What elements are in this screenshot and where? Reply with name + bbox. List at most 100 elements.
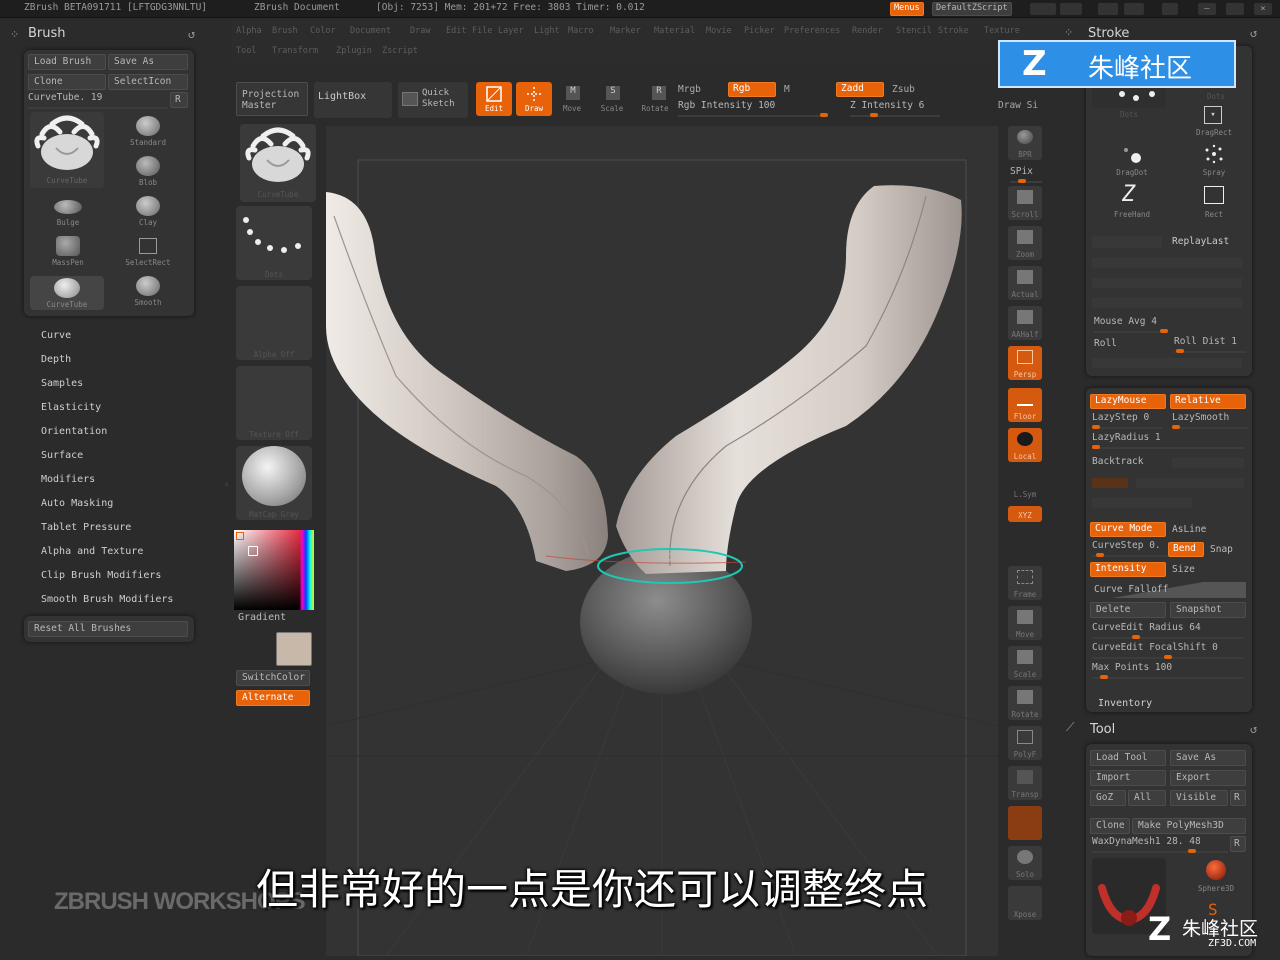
edit-button[interactable]: Edit bbox=[476, 82, 512, 116]
stroke-dragrect[interactable]: ▾ DragRect bbox=[1192, 102, 1236, 140]
lazysmooth-slider[interactable]: LazySmooth bbox=[1172, 412, 1248, 429]
r-button[interactable]: R bbox=[1230, 790, 1246, 806]
texture-thumb[interactable]: Texture Off bbox=[236, 366, 312, 440]
menu-surface[interactable]: Surface bbox=[41, 450, 83, 461]
rgb-button[interactable]: Rgb bbox=[728, 82, 776, 97]
curveedit-radius-slider[interactable]: CurveEdit Radius 64 bbox=[1092, 622, 1244, 639]
aahalf-button[interactable]: AAHalf bbox=[1008, 306, 1042, 340]
clone-tool-button[interactable]: Clone bbox=[1090, 818, 1130, 834]
brush-standard[interactable]: Standard bbox=[128, 116, 168, 147]
menu-zplugin[interactable]: Zplugin bbox=[336, 46, 372, 56]
xpose-button[interactable]: Xpose bbox=[1008, 886, 1042, 920]
brush-selectrect[interactable]: SelectRect bbox=[125, 236, 171, 267]
menu-curve[interactable]: Curve bbox=[41, 330, 71, 341]
curvestep-slider[interactable]: CurveStep 0. bbox=[1092, 540, 1168, 557]
menu-transform[interactable]: Transform bbox=[272, 46, 318, 56]
select-icon-button[interactable]: SelectIcon bbox=[108, 74, 188, 90]
relative-button[interactable]: Relative bbox=[1170, 394, 1246, 409]
menu-render[interactable]: Render bbox=[852, 26, 883, 36]
delete-button[interactable]: Delete bbox=[1090, 602, 1166, 618]
menu-marker[interactable]: Marker bbox=[610, 26, 641, 36]
menu-macro[interactable]: Macro bbox=[568, 26, 594, 36]
menu-auto-masking[interactable]: Auto Masking bbox=[41, 498, 113, 509]
bend-button[interactable]: Bend bbox=[1168, 542, 1204, 557]
roll-button[interactable]: Roll bbox=[1094, 338, 1117, 349]
menu-modifiers[interactable]: Modifiers bbox=[41, 474, 95, 485]
local-button[interactable]: Local bbox=[1008, 428, 1042, 462]
save-as-button[interactable]: Save As bbox=[108, 54, 188, 70]
lock-icon[interactable] bbox=[1162, 3, 1178, 15]
brush-blob[interactable]: Blob bbox=[128, 156, 168, 187]
spix-slider[interactable]: SPix bbox=[1010, 166, 1042, 183]
menu-layer[interactable]: Layer bbox=[498, 26, 524, 36]
scroll-button[interactable]: Scroll bbox=[1008, 186, 1042, 220]
xyz-button[interactable]: XYZ bbox=[1008, 506, 1042, 522]
menu-file[interactable]: File bbox=[472, 26, 492, 36]
rgb-intensity-slider[interactable]: Rgb Intensity 100 bbox=[678, 100, 828, 117]
stroke-thumb[interactable]: Dots bbox=[236, 206, 312, 280]
size-button[interactable]: Size bbox=[1172, 564, 1195, 575]
curveedit-focal-slider[interactable]: CurveEdit FocalShift 0 bbox=[1092, 642, 1244, 659]
tray-handle-icon[interactable]: ⁘ bbox=[1064, 26, 1073, 39]
menu-stencil[interactable]: Stencil bbox=[896, 26, 932, 36]
move-view-button[interactable]: Move bbox=[1008, 606, 1042, 640]
menu-brush[interactable]: Brush bbox=[272, 26, 298, 36]
menu-stroke[interactable]: Stroke bbox=[938, 26, 969, 36]
lazyradius-slider[interactable]: LazyRadius 1 bbox=[1092, 432, 1244, 449]
switchcolor-button[interactable]: SwitchColor bbox=[236, 670, 310, 686]
menu-smooth-brush-modifiers[interactable]: Smooth Brush Modifiers bbox=[41, 594, 173, 605]
stroke-palette-title[interactable]: Stroke bbox=[1088, 26, 1129, 41]
stroke-dragdot[interactable]: DragDot bbox=[1110, 144, 1154, 180]
zadd-button[interactable]: Zadd bbox=[836, 82, 884, 97]
current-tool-slider[interactable]: WaxDynaMesh1 28. 48 bbox=[1092, 836, 1228, 853]
menu-zscript[interactable]: Zscript bbox=[382, 46, 418, 56]
menu-preferences[interactable]: Preferences bbox=[784, 26, 840, 36]
ui-toggle-icon[interactable] bbox=[1030, 3, 1056, 15]
tray-handle-icon[interactable]: ⁘ bbox=[10, 28, 19, 41]
menu-light[interactable]: Light bbox=[534, 26, 560, 36]
curve-mode-button[interactable]: Curve Mode bbox=[1090, 522, 1166, 537]
menu-picker[interactable]: Picker bbox=[744, 26, 775, 36]
minimize-icon[interactable]: – bbox=[1198, 3, 1216, 15]
menu-movie[interactable]: Movie bbox=[706, 26, 732, 36]
sphere3d-tool[interactable]: Sphere3D bbox=[1194, 858, 1238, 898]
lightbox-button[interactable]: LightBox bbox=[314, 82, 392, 118]
lsym-button[interactable]: L.Sym bbox=[1008, 476, 1042, 500]
menu-alpha-and-texture[interactable]: Alpha and Texture bbox=[41, 546, 143, 557]
intensity-button[interactable]: Intensity bbox=[1090, 562, 1166, 577]
solo-button[interactable]: Solo bbox=[1008, 846, 1042, 880]
r-button[interactable]: R bbox=[1230, 836, 1246, 852]
brush-bulge[interactable]: Bulge bbox=[48, 196, 88, 227]
roll-dist-slider[interactable]: Roll Dist 1 bbox=[1174, 336, 1246, 353]
brush-curvetube-selected[interactable]: CurveTube bbox=[30, 276, 104, 310]
canvas[interactable] bbox=[325, 126, 999, 957]
floor-button[interactable]: Floor bbox=[1008, 388, 1042, 422]
default-zscript-button[interactable]: DefaultZScript bbox=[932, 2, 1012, 16]
export-button[interactable]: Export bbox=[1170, 770, 1246, 786]
close-icon[interactable]: × bbox=[1254, 3, 1272, 15]
brush-thumb-curvetube-large[interactable]: CurveTube bbox=[30, 112, 104, 188]
import-button[interactable]: Import bbox=[1090, 770, 1166, 786]
stroke-freehand[interactable]: Z FreeHand bbox=[1110, 184, 1154, 220]
tool-palette-title[interactable]: Tool bbox=[1090, 722, 1115, 737]
asline-button[interactable]: AsLine bbox=[1172, 524, 1206, 535]
palette-icon[interactable] bbox=[1098, 3, 1118, 15]
mouse-avg-slider[interactable]: Mouse Avg 4 bbox=[1094, 316, 1168, 333]
refresh-icon[interactable]: ↺ bbox=[188, 27, 195, 41]
lazymouse-button[interactable]: LazyMouse bbox=[1090, 394, 1166, 409]
snapshot-button[interactable]: Snapshot bbox=[1170, 602, 1246, 618]
replay-last-button[interactable]: ReplayLast bbox=[1172, 236, 1229, 247]
maximize-icon[interactable] bbox=[1226, 3, 1244, 15]
gradient-label[interactable]: Gradient bbox=[238, 612, 286, 623]
store-icon[interactable] bbox=[1124, 3, 1144, 15]
scale-button[interactable]: S Scale bbox=[598, 82, 626, 116]
draw-size-slider[interactable]: Draw Si bbox=[998, 100, 1046, 111]
zoom-button[interactable]: Zoom bbox=[1008, 226, 1042, 260]
transp-button[interactable]: Transp bbox=[1008, 766, 1042, 800]
move-button[interactable]: M Move bbox=[558, 82, 586, 116]
menu-clip-brush-modifiers[interactable]: Clip Brush Modifiers bbox=[41, 570, 161, 581]
current-brush-slider[interactable]: CurveTube. 19 bbox=[28, 92, 168, 109]
reset-all-brushes-button[interactable]: Reset All Brushes bbox=[28, 621, 188, 637]
menu-texture[interactable]: Texture bbox=[984, 26, 1020, 36]
menu-tablet-pressure[interactable]: Tablet Pressure bbox=[41, 522, 131, 533]
